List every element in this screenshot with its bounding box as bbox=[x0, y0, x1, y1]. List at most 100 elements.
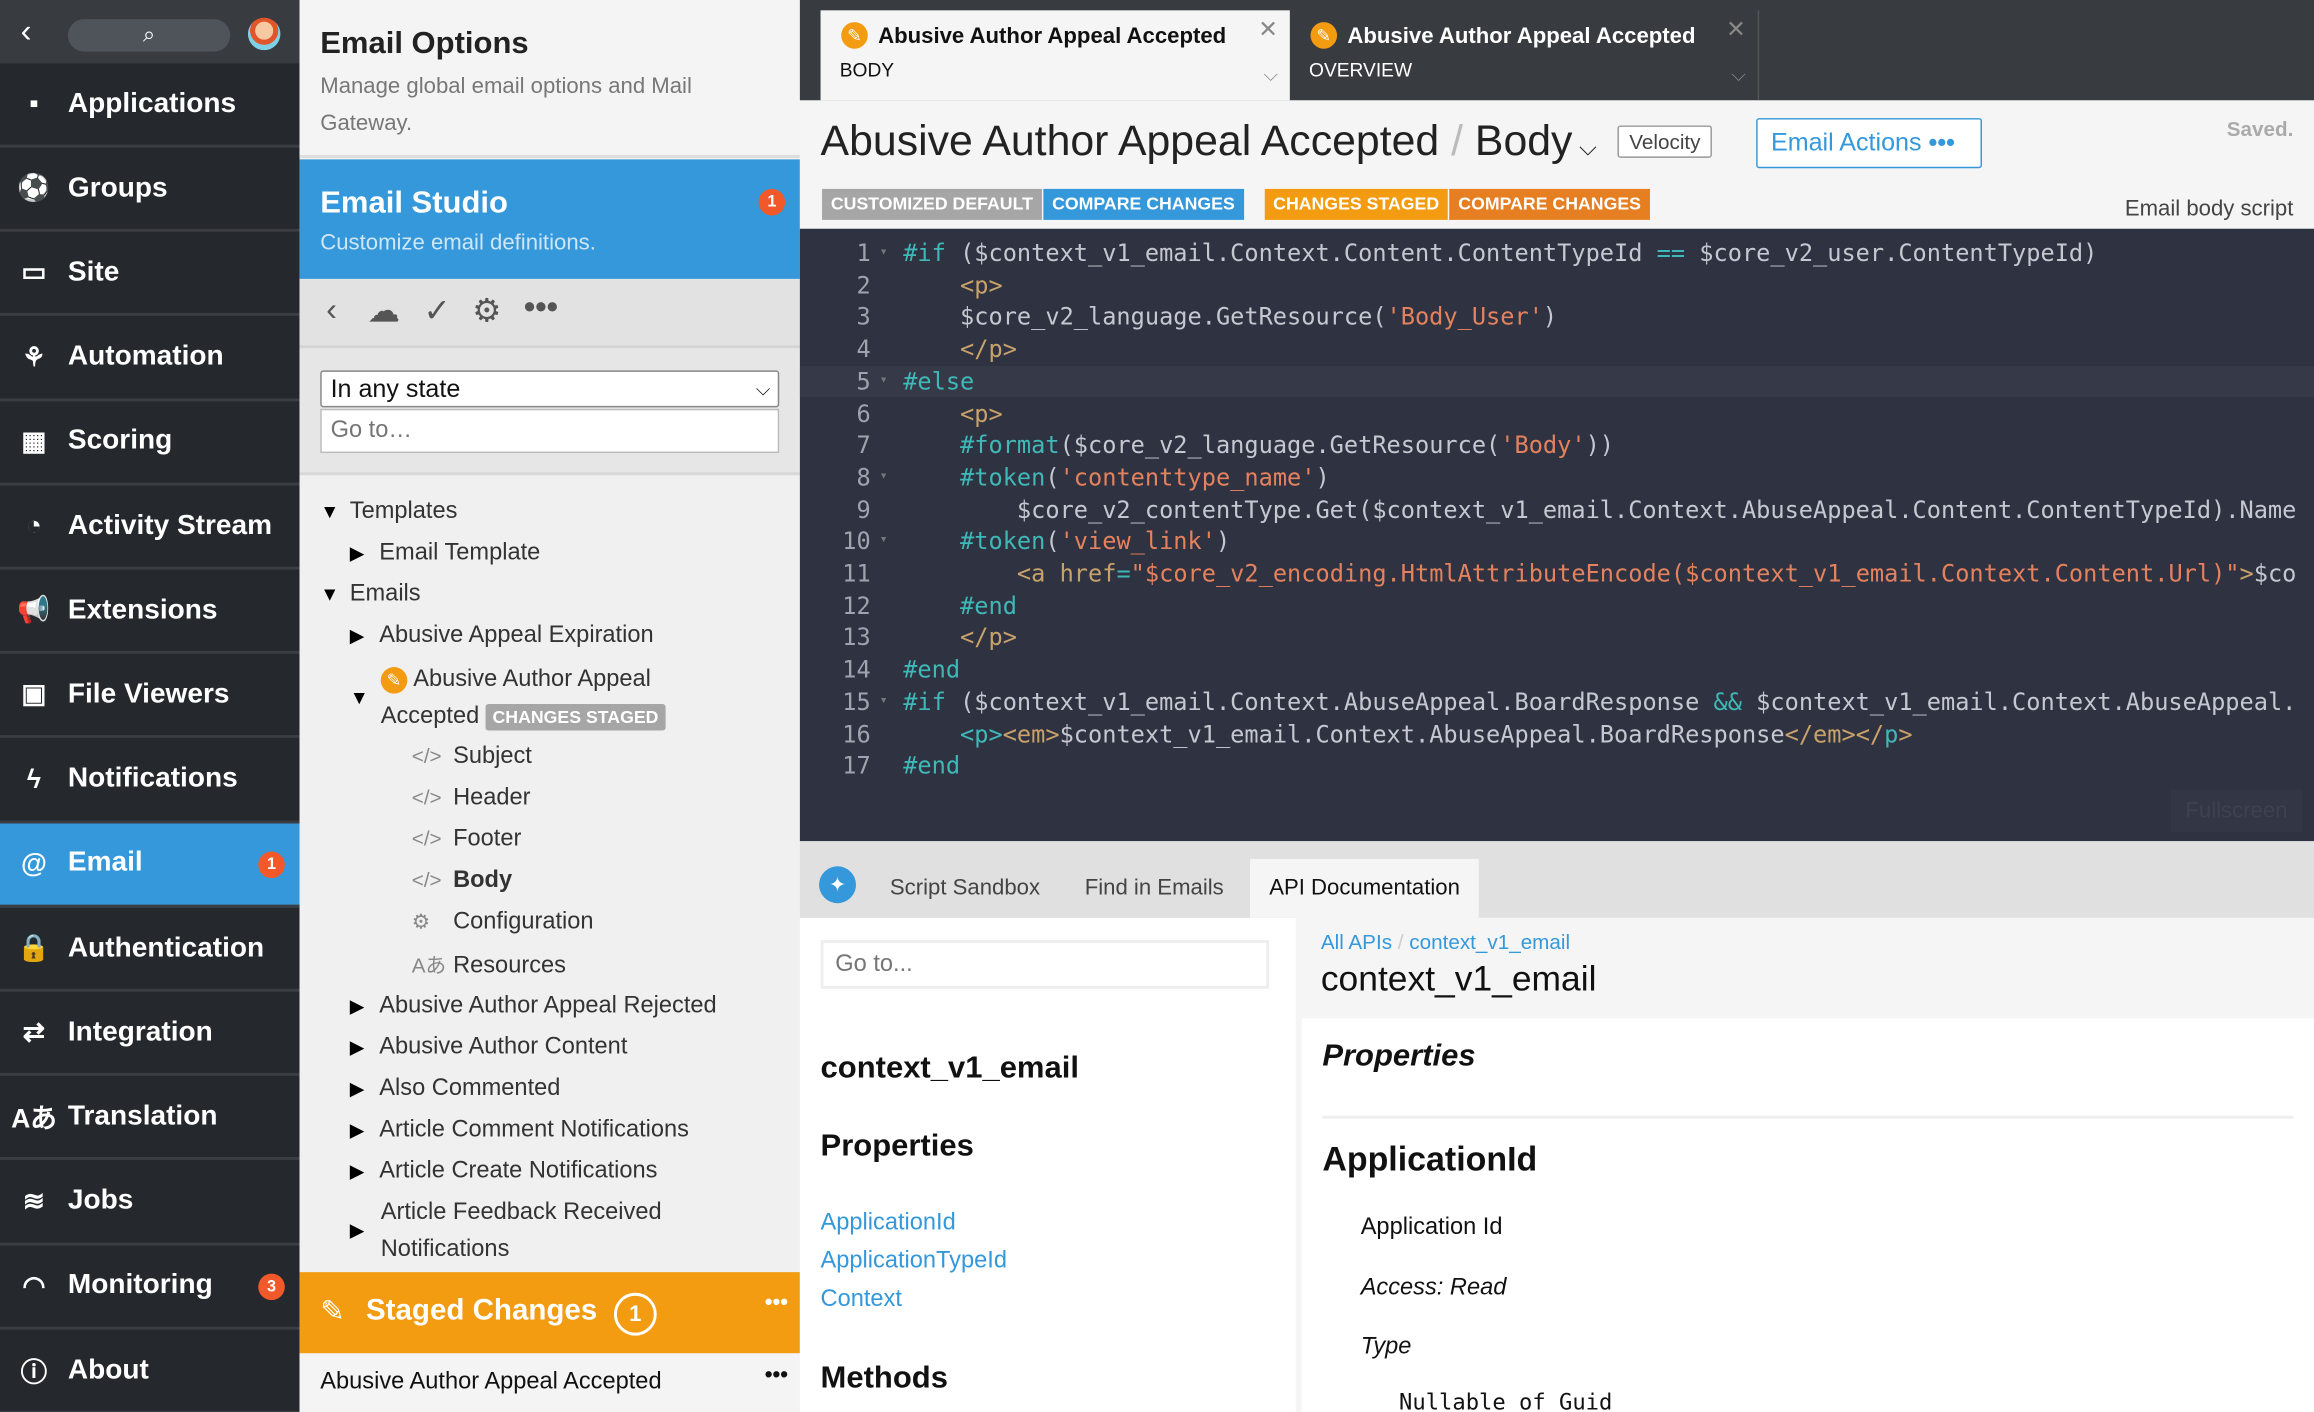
tab-find-in-emails[interactable]: Find in Emails bbox=[1066, 859, 1243, 918]
tree-item-label: Notifications bbox=[380, 1236, 510, 1262]
code-token: == bbox=[1656, 239, 1686, 268]
goto-input[interactable] bbox=[320, 408, 780, 454]
caret-right-icon[interactable]: ▶ bbox=[350, 1219, 380, 1243]
tree-item[interactable]: ▶ Article Comment Notifications bbox=[350, 1117, 689, 1144]
tree-item[interactable]: Aあ Resources bbox=[412, 950, 566, 980]
sidebar-item-file-viewers[interactable]: ▣ File Viewers bbox=[0, 654, 300, 739]
chevron-down-icon[interactable]: ⌵ bbox=[1731, 63, 1746, 87]
fold-arrow-icon[interactable]: ▾ bbox=[880, 366, 888, 398]
state-select[interactable]: In any state ⌵ bbox=[320, 370, 780, 408]
code-editor[interactable]: 1 ▾ #if ($context_v1_email.Context.Content… bbox=[799, 228, 2314, 842]
sidebar-item-label: Email bbox=[67, 847, 143, 879]
sidebar-item-label: Automation bbox=[67, 341, 224, 373]
api-nav-property-link[interactable]: ApplicationId bbox=[821, 1210, 956, 1237]
back-icon[interactable]: ‹ bbox=[326, 291, 337, 329]
tree-item[interactable]: </> Subject bbox=[412, 744, 532, 771]
search-button[interactable]: ⌕ bbox=[67, 19, 231, 52]
sidebar-item-groups[interactable]: ⚽ Groups bbox=[0, 148, 300, 232]
staged-item[interactable]: Abusive Author Appeal Accepted ••• bbox=[299, 1353, 800, 1412]
caret-down-icon[interactable]: ▼ bbox=[320, 583, 350, 605]
code-token: <a bbox=[1016, 559, 1060, 588]
caret-right-icon[interactable]: ▶ bbox=[350, 1160, 380, 1184]
tree-item[interactable]: ▶ Article Create Notifications bbox=[350, 1159, 658, 1186]
editor-tab-overview[interactable]: ✎ Abusive Author Appeal Accepted OVERVIEW ✕… bbox=[1290, 10, 1760, 101]
sidebar-item-label: Jobs bbox=[67, 1185, 134, 1217]
sidebar-item-automation[interactable]: ⚘ Automation bbox=[0, 317, 300, 401]
line-number: 14 bbox=[842, 655, 871, 684]
sidebar-item-activity-stream[interactable]: ◔ Activity Stream bbox=[0, 486, 300, 570]
staged-more-icon[interactable]: ••• bbox=[765, 1290, 788, 1315]
tree-item[interactable]: ▶ Email Template bbox=[350, 540, 541, 567]
sidebar-item-email[interactable]: @ Email 1 bbox=[0, 823, 300, 908]
sidebar-item-scoring[interactable]: ▦ Scoring bbox=[0, 401, 300, 486]
code-token: 'Body_User' bbox=[1386, 303, 1543, 332]
status-pill-compare-changes[interactable]: COMPARE CHANGES bbox=[1449, 188, 1650, 220]
tree-item[interactable]: ▶ Abusive Author Content bbox=[350, 1035, 628, 1062]
gear-icon[interactable]: ⚙ bbox=[472, 292, 501, 330]
prop-description: Application Id bbox=[1360, 1214, 1503, 1240]
tree-item[interactable]: ⚙ Configuration bbox=[412, 909, 594, 936]
email-studio-header[interactable]: Email Studio Customize email definitions… bbox=[299, 159, 800, 279]
sidebar-item-notifications[interactable]: ϟ Notifications bbox=[0, 739, 300, 823]
breadcrumb: All APIs / context_v1_email bbox=[1321, 930, 1570, 954]
check-icon[interactable]: ✓ bbox=[424, 292, 451, 330]
status-pill-compare-changes[interactable]: COMPARE CHANGES bbox=[1043, 188, 1244, 220]
caret-down-icon[interactable]: ▼ bbox=[350, 686, 380, 708]
api-nav-property-link[interactable]: ApplicationTypeId bbox=[821, 1249, 1007, 1276]
caret-down-icon[interactable]: ▼ bbox=[320, 500, 350, 522]
sidebar-item-translation[interactable]: Aあ Translation bbox=[0, 1076, 300, 1161]
sidebar-item-applications[interactable]: ▪ Applications bbox=[0, 63, 300, 148]
caret-right-icon[interactable]: ▶ bbox=[350, 1119, 380, 1143]
prop-type-value: Nullable of Guid bbox=[1399, 1388, 1613, 1412]
user-avatar[interactable] bbox=[247, 17, 281, 51]
tree-item[interactable]: ▶ Abusive Author Appeal Rejected bbox=[350, 993, 717, 1020]
tree-item[interactable]: </> Header bbox=[412, 785, 531, 812]
fold-arrow-icon[interactable]: ▾ bbox=[880, 686, 888, 718]
status-pills: CUSTOMIZED DEFAULT COMPARE CHANGES CHANGES… bbox=[821, 188, 1650, 220]
fold-arrow-icon[interactable]: ▾ bbox=[880, 526, 888, 558]
tab-subtitle: BODY bbox=[839, 59, 895, 82]
fold-arrow-icon[interactable]: ▾ bbox=[880, 462, 888, 494]
caret-right-icon[interactable]: ▶ bbox=[350, 624, 380, 648]
chevron-down-icon[interactable]: ⌵ bbox=[1263, 63, 1278, 87]
tab-script-sandbox[interactable]: Script Sandbox bbox=[871, 859, 1060, 918]
caret-right-icon[interactable]: ▶ bbox=[350, 1077, 380, 1101]
tree-item[interactable]: ▶ Abusive Appeal Expiration bbox=[350, 623, 654, 650]
sidebar-item-extensions[interactable]: 📢 Extensions bbox=[0, 570, 300, 655]
close-icon[interactable]: ✕ bbox=[1258, 15, 1278, 45]
tree-item[interactable]: </> Footer bbox=[412, 826, 522, 853]
api-goto-input[interactable] bbox=[820, 940, 1270, 989]
back-chevron-icon[interactable]: ‹ bbox=[21, 12, 32, 50]
code-token: 'view_link' bbox=[1059, 527, 1216, 556]
caret-right-icon[interactable]: ▶ bbox=[350, 542, 380, 566]
sidebar-item-monitoring[interactable]: ◠ Monitoring 3 bbox=[0, 1245, 300, 1330]
code-token: </ bbox=[1855, 719, 1885, 748]
staged-changes-bar[interactable]: ✎ Staged Changes 1 ••• bbox=[299, 1272, 800, 1354]
caret-right-icon[interactable]: ▶ bbox=[350, 995, 380, 1019]
more-icon[interactable]: ••• bbox=[524, 288, 558, 326]
breadcrumb-context[interactable]: context_v1_email bbox=[1409, 930, 1570, 954]
staged-item-more-icon[interactable]: ••• bbox=[765, 1362, 788, 1387]
section-name[interactable]: Body bbox=[1475, 118, 1573, 165]
tab-api-documentation[interactable]: API Documentation bbox=[1250, 858, 1480, 918]
cloud-upload-icon[interactable]: ☁ bbox=[367, 292, 399, 330]
sidebar-item-authentication[interactable]: 🔒 Authentication bbox=[0, 908, 300, 992]
editor-tab-body[interactable]: ✎ Abusive Author Appeal Accepted BODY ✕ ⌵ bbox=[820, 10, 1290, 101]
sidebar-item-site[interactable]: ▭ Site bbox=[0, 232, 300, 317]
sidebar-item-integration[interactable]: ⇄ Integration bbox=[0, 992, 300, 1077]
fold-arrow-icon[interactable]: ▾ bbox=[880, 238, 888, 270]
tree-item[interactable]: ▶ Also Commented bbox=[350, 1076, 561, 1103]
sidebar-item-about[interactable]: ⓘ About bbox=[0, 1330, 300, 1412]
tree-item[interactable]: </> Body bbox=[412, 868, 512, 895]
api-nav-property-link[interactable]: Context bbox=[821, 1287, 902, 1314]
tree-item[interactable]: ▼ Emails bbox=[320, 581, 420, 608]
close-icon[interactable]: ✕ bbox=[1726, 15, 1746, 45]
chevron-down-icon[interactable]: ⌵ bbox=[1572, 136, 1597, 161]
caret-right-icon[interactable]: ▶ bbox=[350, 1036, 380, 1060]
fullscreen-button[interactable]: Fullscreen bbox=[2170, 789, 2303, 833]
sidebar-item-jobs[interactable]: ≋ Jobs bbox=[0, 1161, 300, 1245]
email-actions-button[interactable]: Email Actions ••• bbox=[1756, 118, 1982, 169]
breadcrumb-all-apis[interactable]: All APIs bbox=[1321, 930, 1392, 954]
tree-item[interactable]: ▼ Templates bbox=[320, 499, 457, 526]
